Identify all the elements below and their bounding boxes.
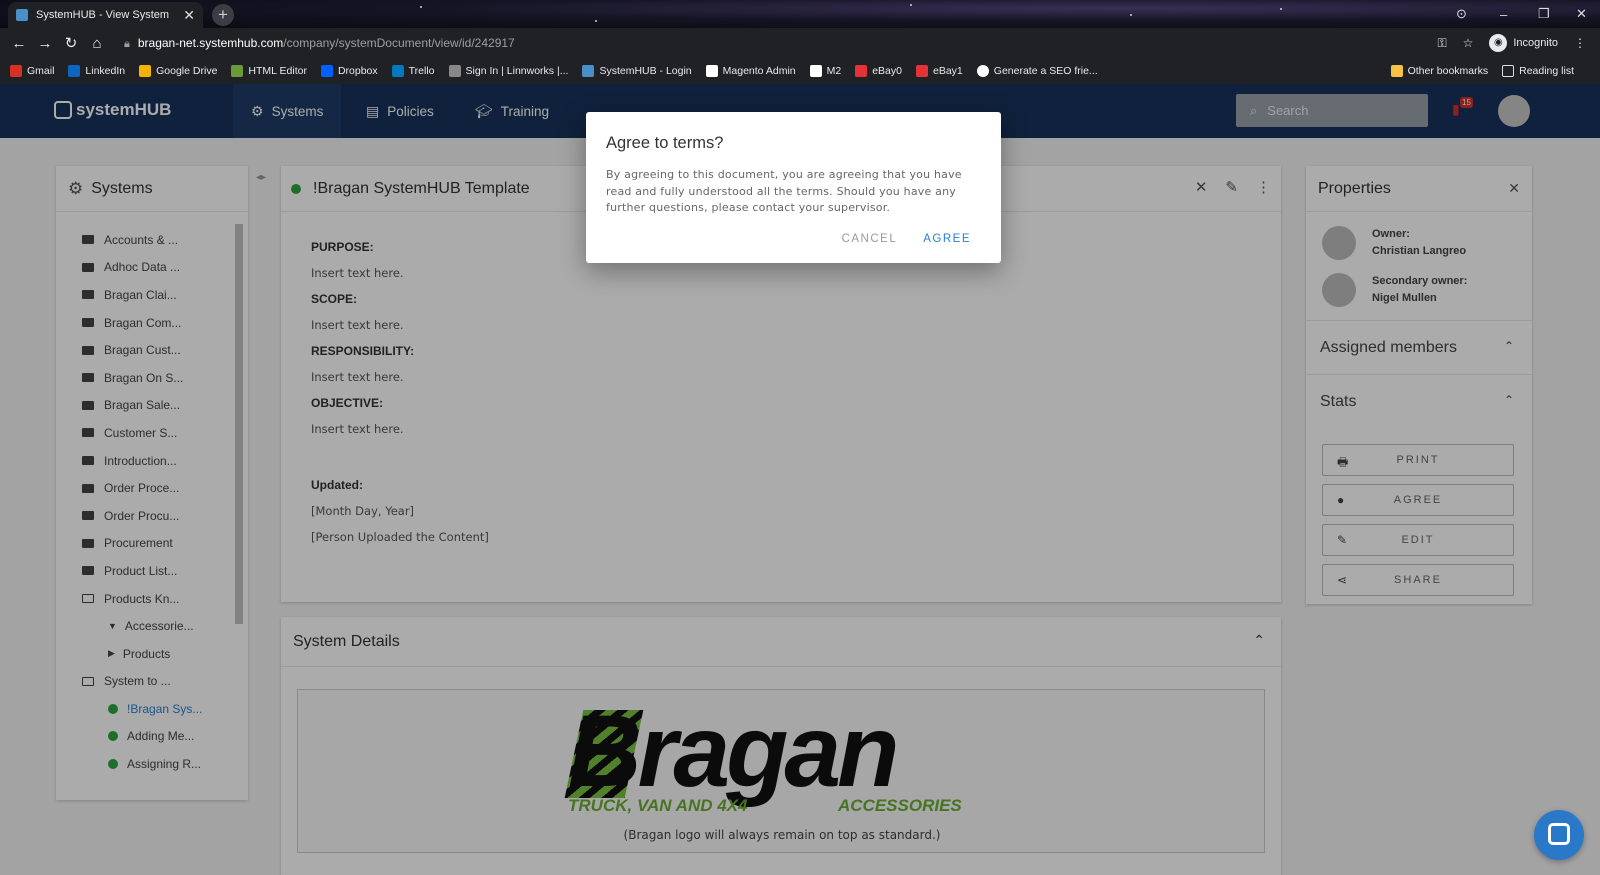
cancel-button[interactable]: CANCEL	[842, 233, 898, 245]
lock-icon: 🔒︎	[124, 37, 130, 50]
bookmark-m2[interactable]: M2	[809, 65, 841, 77]
key-icon[interactable]: ⚿	[1437, 36, 1446, 51]
bookmarks-bar: Gmail LinkedIn Google Drive HTML Editor …	[0, 58, 1600, 84]
star-decoration	[420, 6, 422, 8]
linkedin-icon	[68, 65, 81, 77]
bookmark-linkedin[interactable]: LinkedIn	[68, 65, 125, 77]
home-icon[interactable]: ⌂	[84, 35, 110, 52]
bookmark-linnworks[interactable]: Sign In | Linnworks |...	[448, 65, 568, 77]
bookmark-star-icon[interactable]: ☆	[1463, 36, 1474, 50]
magento-icon	[705, 65, 718, 77]
bookmark-html-editor[interactable]: HTML Editor	[231, 65, 307, 77]
bookmark-systemhub-login[interactable]: SystemHUB - Login	[582, 65, 692, 77]
ebay-icon	[916, 65, 928, 77]
bookmark-ebay1[interactable]: eBay1	[916, 65, 963, 77]
bookmark-trello[interactable]: Trello	[391, 65, 435, 77]
html-editor-icon	[231, 65, 244, 77]
star-decoration	[595, 20, 597, 22]
bookmark-magento-admin[interactable]: Magento Admin	[705, 65, 796, 77]
url-field[interactable]: 🔒︎ bragan-net.systemhub.com/company/syste…	[124, 36, 1437, 51]
chat-launcher-button[interactable]	[1534, 810, 1584, 860]
address-bar: ← → ↻ ⌂ 🔒︎ bragan-net.systemhub.com/compa…	[0, 28, 1600, 58]
trello-icon	[391, 65, 404, 77]
tab-title: SystemHUB - View System	[36, 9, 170, 21]
agree-terms-dialog: Agree to terms? By agreeing to this docu…	[586, 112, 1001, 263]
url-path: /company/systemDocument/view/id/242917	[283, 35, 515, 50]
incognito-icon: ◉	[1489, 34, 1508, 52]
reading-list[interactable]: Reading list	[1502, 65, 1574, 77]
dialog-body: By agreeing to this document, you are ag…	[606, 168, 962, 214]
reading-list-icon	[1502, 65, 1515, 77]
star-decoration	[1130, 14, 1132, 16]
star-decoration	[910, 4, 912, 6]
close-tab-icon[interactable]: ✕	[183, 7, 195, 24]
google-drive-icon	[139, 65, 152, 77]
url-domain: bragan-net.systemhub.com	[137, 35, 284, 50]
bookmark-google-drive[interactable]: Google Drive	[139, 65, 217, 77]
ebay-icon	[855, 65, 868, 77]
incognito-label: Incognito	[1513, 37, 1558, 49]
browser-menu-icon[interactable]: ⋮	[1574, 36, 1586, 50]
back-arrow-icon[interactable]: ←	[6, 35, 32, 52]
linnworks-icon	[448, 65, 461, 77]
dropbox-icon	[320, 65, 333, 77]
m2-icon	[809, 65, 822, 77]
gmail-icon	[10, 65, 22, 77]
incognito-indicator[interactable]: ◉ Incognito	[1489, 34, 1558, 52]
systemhub-favicon-icon	[16, 9, 28, 21]
chat-bubble-icon	[1548, 823, 1570, 845]
bookmark-ebay0[interactable]: eBay0	[855, 65, 902, 77]
bookmark-seo-generator[interactable]: Generate a SEO frie...	[976, 65, 1098, 77]
globe-icon	[976, 65, 989, 77]
dialog-title: Agree to terms?	[606, 134, 724, 152]
systemhub-icon	[582, 65, 595, 77]
other-bookmarks-folder[interactable]: Other bookmarks	[1390, 65, 1488, 77]
profile-download-icon[interactable]: ⊙	[1456, 0, 1467, 28]
agree-confirm-button[interactable]: AGREE	[923, 233, 971, 245]
folder-icon	[1390, 65, 1403, 77]
reload-icon[interactable]: ↻	[58, 34, 84, 52]
browser-tab[interactable]: SystemHUB - View System ✕	[8, 2, 203, 28]
close-window-button[interactable]: ✕	[1576, 0, 1587, 28]
minimize-window-button[interactable]: –	[1500, 0, 1507, 28]
bookmark-gmail[interactable]: Gmail	[10, 65, 54, 77]
bookmark-dropbox[interactable]: Dropbox	[320, 65, 378, 77]
star-decoration	[1280, 8, 1282, 10]
new-tab-button[interactable]: +	[212, 4, 234, 26]
restore-window-button[interactable]: ❐	[1538, 0, 1550, 28]
forward-arrow-icon[interactable]: →	[32, 35, 58, 52]
browser-tab-strip: SystemHUB - View System ✕ + ⊙ – ❐ ✕	[0, 0, 1600, 28]
